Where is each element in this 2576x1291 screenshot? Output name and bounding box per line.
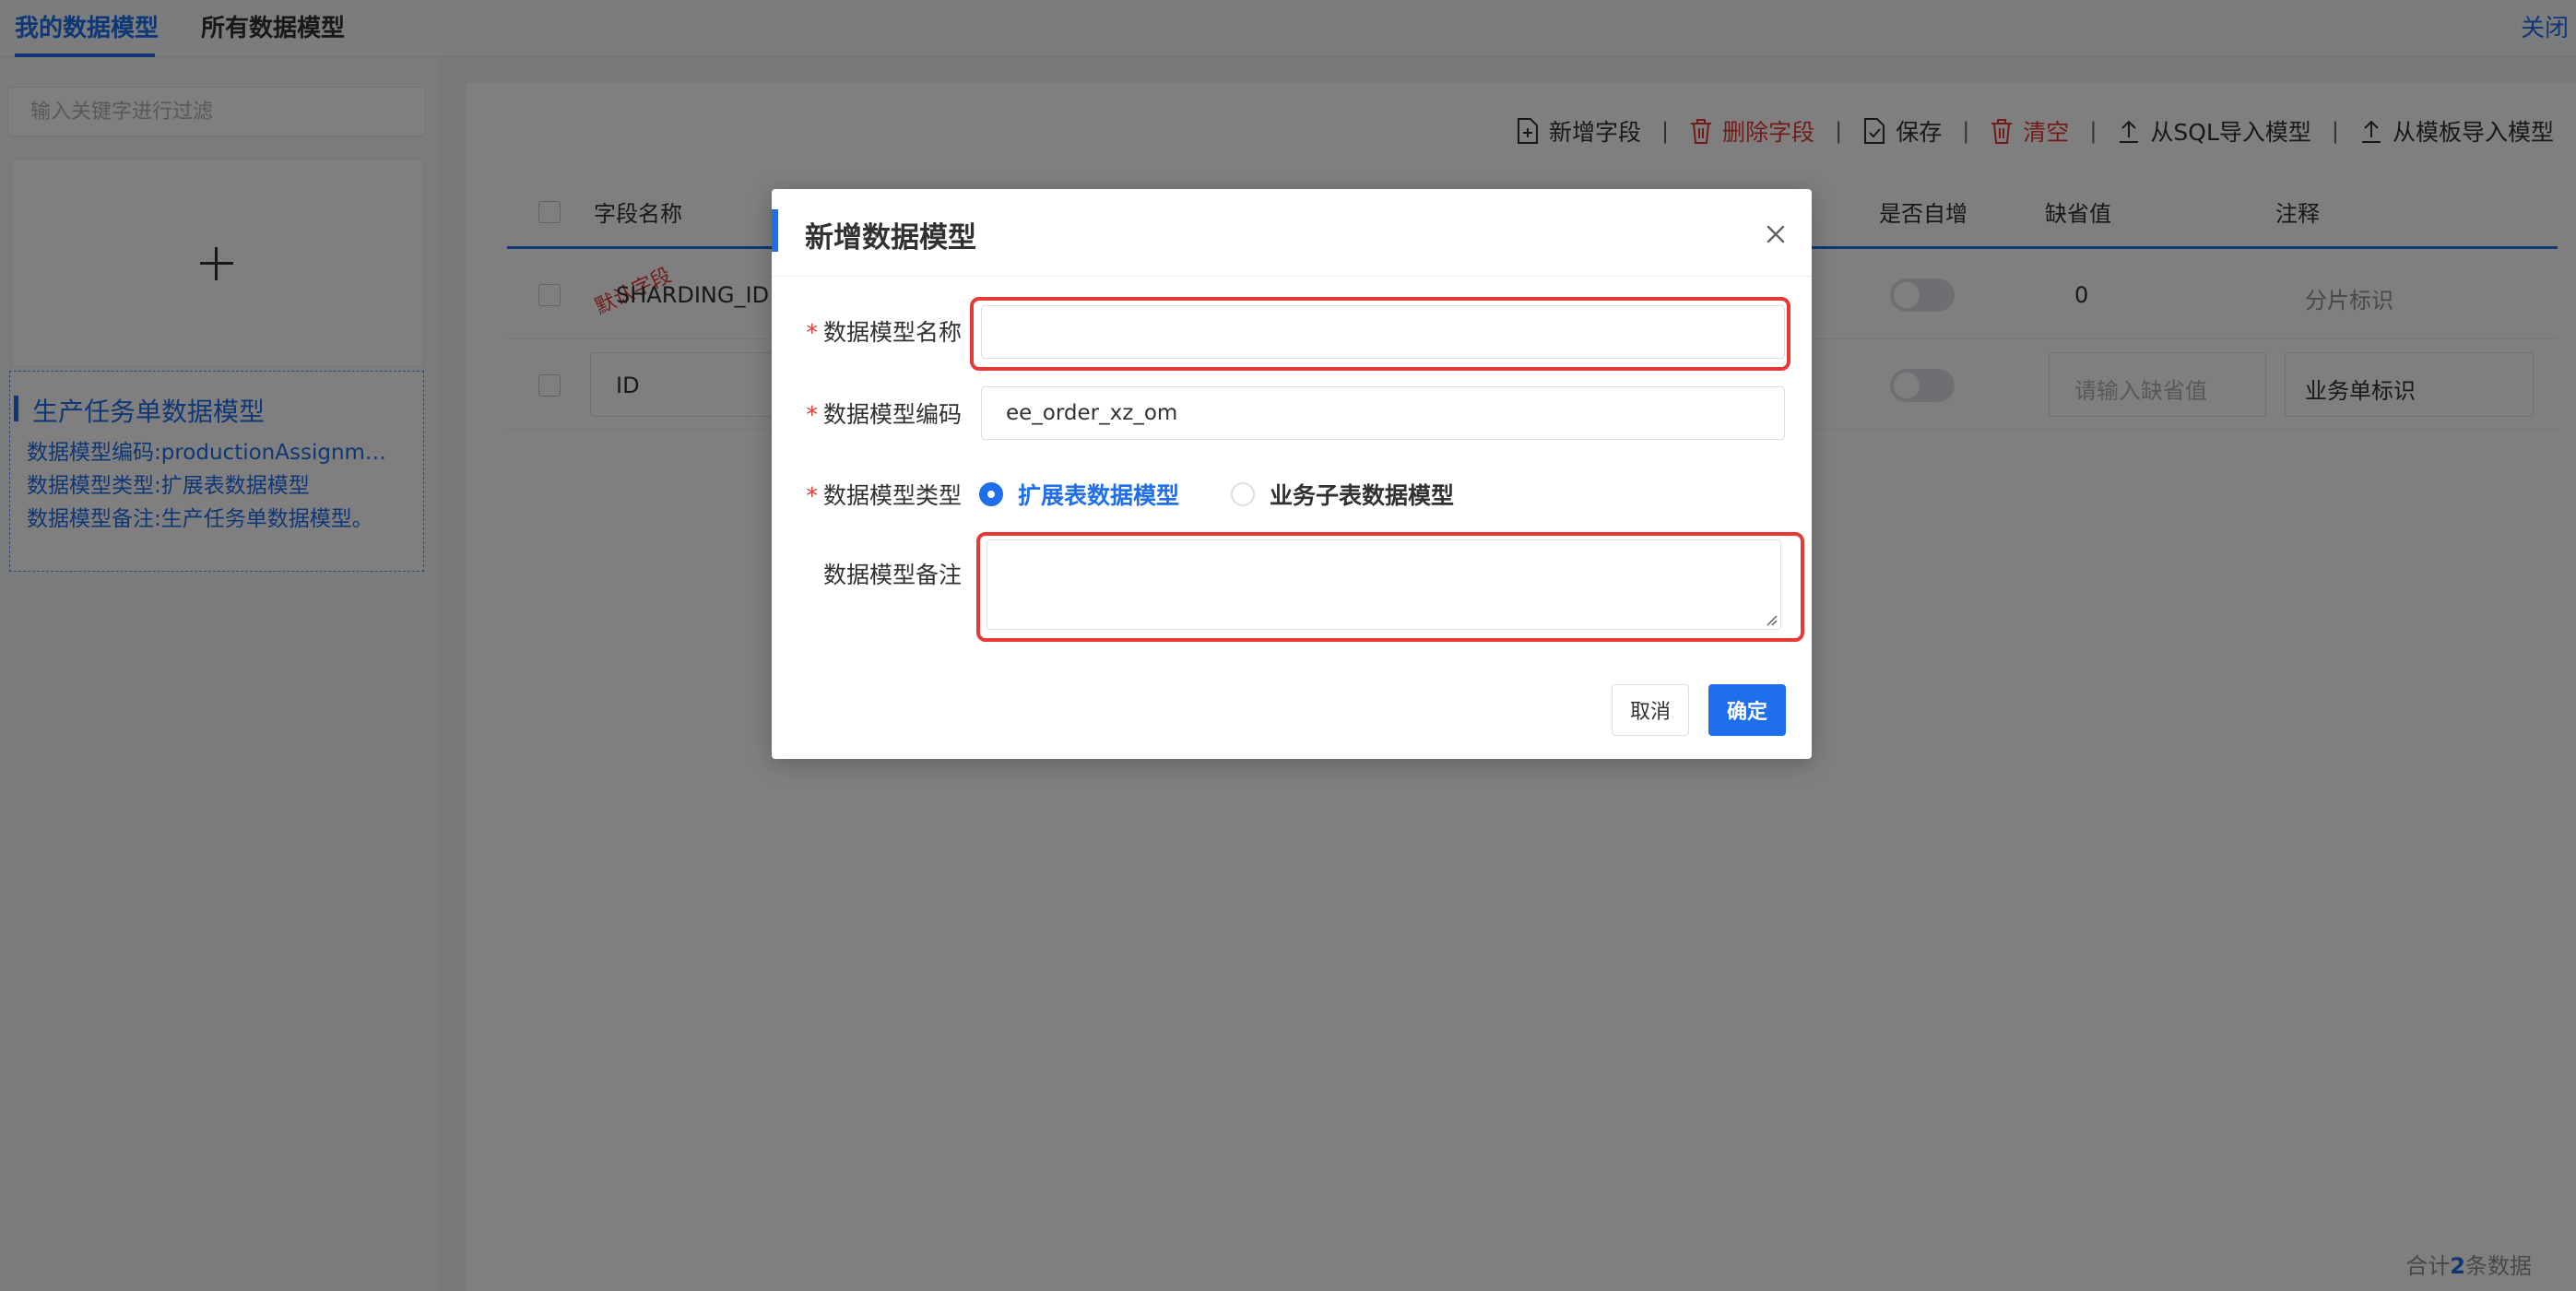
required-mark: *: [806, 482, 818, 509]
cancel-button[interactable]: 取消: [1612, 684, 1689, 736]
model-note-label: 数据模型备注: [823, 557, 962, 590]
model-note-label-text: 数据模型备注: [822, 562, 962, 588]
model-code-label: * 数据模型编码: [806, 397, 962, 430]
close-icon[interactable]: [1762, 220, 1790, 248]
radio-business-subtable[interactable]: 业务子表数据模型: [1231, 478, 1454, 511]
model-name-label: * 数据模型名称: [806, 314, 962, 348]
model-note-textarea[interactable]: [987, 539, 1781, 630]
model-name-label-text: 数据模型名称: [822, 319, 962, 346]
radio-unselected-icon: [1231, 482, 1255, 506]
model-type-label: * 数据模型类型: [806, 478, 962, 511]
dialog-accent-bar: [772, 209, 778, 252]
model-type-label-text: 数据模型类型: [822, 482, 962, 509]
dialog-divider: [772, 276, 1812, 277]
confirm-button[interactable]: 确定: [1708, 684, 1786, 736]
resize-handle-icon[interactable]: [1765, 613, 1778, 626]
model-name-input[interactable]: [981, 305, 1785, 359]
radio-extension-table[interactable]: 扩展表数据模型: [979, 478, 1179, 511]
model-code-input[interactable]: [981, 386, 1785, 440]
model-code-label-text: 数据模型编码: [822, 401, 962, 428]
radio-selected-icon: [979, 482, 1003, 506]
new-model-dialog: 新增数据模型 *数据模型名称 *数据模型编码 *数据模型类型 扩展表数据模型 业…: [772, 189, 1812, 759]
required-mark: *: [806, 401, 818, 428]
required-mark: *: [806, 319, 818, 346]
radio-business-subtable-label: 业务子表数据模型: [1270, 482, 1455, 509]
dialog-title: 新增数据模型: [805, 221, 976, 255]
radio-extension-table-label: 扩展表数据模型: [1018, 482, 1180, 509]
